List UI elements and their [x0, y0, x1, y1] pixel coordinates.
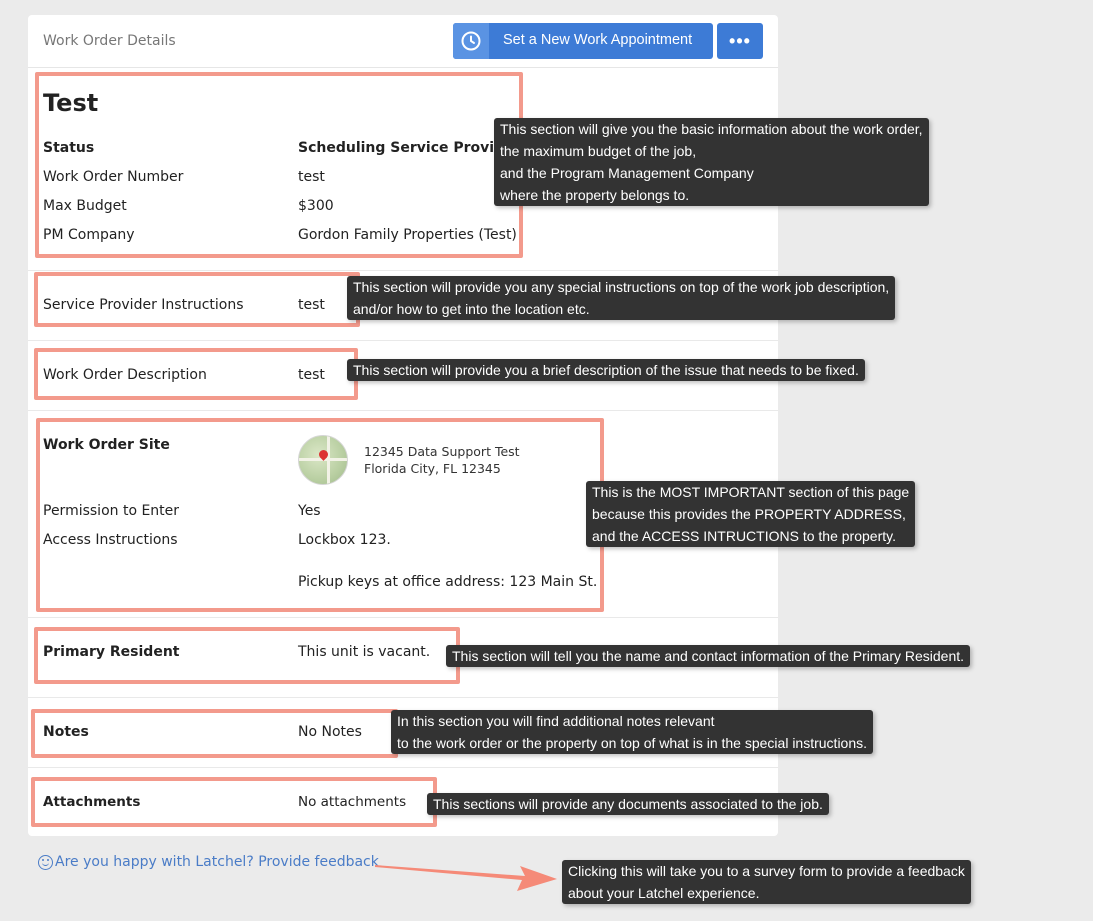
- tooltip-resident: This section will tell you the name and …: [446, 645, 971, 667]
- tooltip-notes: In this section you will find additional…: [391, 710, 874, 754]
- clock-icon: [453, 23, 489, 59]
- map-thumbnail[interactable]: [298, 435, 348, 485]
- tooltip-line: This section will tell you the name and …: [452, 648, 965, 664]
- divider: [28, 697, 778, 698]
- set-appointment-label: Set a New Work Appointment: [503, 32, 693, 48]
- pm-company-label: PM Company: [43, 227, 135, 243]
- tooltip-attachments: This sections will provide any documents…: [427, 793, 829, 815]
- access-value-line1: Lockbox 123.: [298, 532, 391, 548]
- max-budget-label: Max Budget: [43, 198, 127, 214]
- feedback-link-label: Are you happy with Latchel? Provide feed…: [55, 854, 379, 870]
- smiley-icon: [38, 854, 53, 870]
- tooltip-line: to the work order or the property on top…: [397, 735, 868, 751]
- tooltip-line: This section will provide you any specia…: [353, 279, 890, 295]
- work-order-title: Test: [43, 89, 99, 117]
- tooltip-line: This section will give you the basic inf…: [500, 121, 923, 137]
- annotation-arrow-icon: [375, 865, 557, 891]
- status-label: Status: [43, 140, 95, 156]
- tooltip-site: This is the MOST IMPORTANT section of th…: [586, 481, 916, 547]
- resident-label: Primary Resident: [43, 644, 180, 660]
- card-title: Work Order Details: [43, 33, 176, 49]
- tooltip-line: In this section you will find additional…: [397, 713, 715, 729]
- feedback-link[interactable]: Are you happy with Latchel? Provide feed…: [38, 854, 379, 870]
- site-label: Work Order Site: [43, 437, 170, 453]
- divider: [28, 617, 778, 618]
- work-order-number-label: Work Order Number: [43, 169, 184, 185]
- set-appointment-button[interactable]: Set a New Work Appointment: [453, 23, 713, 59]
- tooltip-line: because this provides the PROPERTY ADDRE…: [592, 506, 906, 522]
- resident-value: This unit is vacant.: [298, 644, 431, 660]
- max-budget-value: $300: [298, 198, 334, 214]
- tooltip-description: This section will provide you a brief de…: [347, 359, 865, 381]
- tooltip-line: and/or how to get into the location etc.: [353, 301, 590, 317]
- pm-company-value: Gordon Family Properties (Test): [298, 227, 517, 243]
- notes-label: Notes: [43, 724, 89, 740]
- permission-label: Permission to Enter: [43, 503, 180, 519]
- tooltip-line: about your Latchel experience.: [568, 885, 760, 901]
- divider: [28, 340, 778, 341]
- attachments-label: Attachments: [43, 794, 141, 810]
- status-value: Scheduling Service Provider: [298, 140, 521, 156]
- tooltip-basic-info: This section will give you the basic inf…: [494, 118, 929, 206]
- instructions-label: Service Provider Instructions: [43, 297, 244, 313]
- description-value: test: [298, 367, 325, 383]
- divider: [28, 767, 778, 768]
- map-road: [327, 436, 330, 484]
- site-address-line1: 12345 Data Support Test: [364, 444, 520, 459]
- site-address-line2: Florida City, FL 12345: [364, 461, 501, 476]
- description-label: Work Order Description: [43, 367, 207, 383]
- work-order-number-value: test: [298, 169, 325, 185]
- tooltip-line: This section will provide you a brief de…: [353, 362, 859, 378]
- divider: [28, 410, 778, 411]
- tooltip-line: Clicking this will take you to a survey …: [568, 863, 965, 879]
- divider: [28, 270, 778, 271]
- tooltip-line: and the Program Management Company: [500, 165, 754, 181]
- instructions-value: test: [298, 297, 325, 313]
- access-label: Access Instructions: [43, 532, 178, 548]
- tooltip-line: This sections will provide any documents…: [433, 796, 823, 812]
- access-value-line2: Pickup keys at office address: 123 Main …: [298, 574, 598, 590]
- tooltip-instructions: This section will provide you any specia…: [347, 276, 896, 320]
- permission-value: Yes: [298, 503, 321, 519]
- more-options-button[interactable]: •••: [717, 23, 763, 59]
- tooltip-feedback: Clicking this will take you to a survey …: [562, 860, 971, 904]
- tooltip-line: and the ACCESS INTRUCTIONS to the proper…: [592, 528, 896, 544]
- tooltip-line: the maximum budget of the job,: [500, 143, 697, 159]
- tooltip-line: This is the MOST IMPORTANT section of th…: [592, 484, 910, 500]
- tooltip-line: where the property belongs to.: [500, 187, 690, 203]
- card-header: Work Order Details Set a New Work Appoin…: [28, 15, 778, 68]
- attachments-value: No attachments: [298, 794, 407, 810]
- notes-value: No Notes: [298, 724, 362, 740]
